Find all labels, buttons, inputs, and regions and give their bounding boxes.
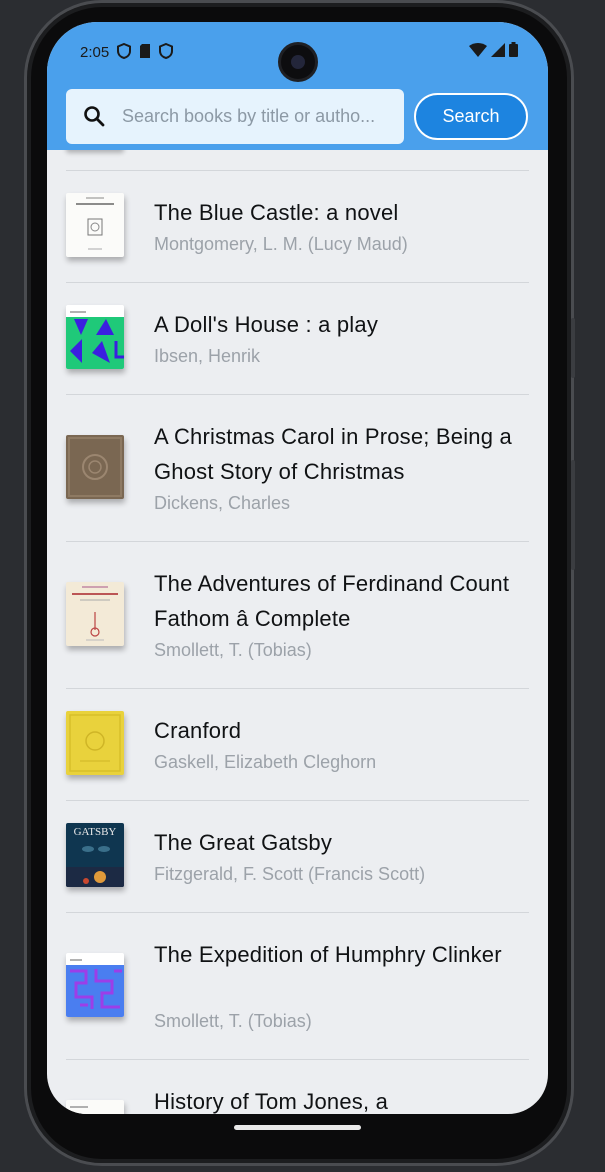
book-author: Gaskell, Elizabeth Cleghorn	[154, 752, 377, 772]
book-list-item[interactable]: A Christmas Carol in Prose; Being a Ghos…	[66, 394, 529, 541]
svg-text:GATSBY: GATSBY	[74, 826, 117, 838]
book-list-item[interactable]: Cranford Gaskell, Elizabeth Cleghorn	[66, 688, 529, 800]
book-cover-image	[66, 1100, 124, 1114]
search-field[interactable]	[66, 89, 404, 144]
book-title: A Christmas Carol in Prose; Being a Ghos…	[154, 424, 512, 484]
battery-icon	[509, 42, 518, 57]
book-list-item[interactable]: The Adventures of Ferdinand Count Fathom…	[66, 541, 529, 688]
wifi-icon	[469, 42, 487, 57]
book-cover-image	[66, 953, 124, 1017]
book-author: Smollett, T. (Tobias)	[154, 1011, 312, 1031]
book-list-item[interactable]: History of Tom Jones, a	[66, 1059, 529, 1114]
book-title: History of Tom Jones, a	[154, 1089, 389, 1114]
shield-icon	[117, 43, 131, 59]
book-title: The Adventures of Ferdinand Count Fathom…	[154, 571, 510, 631]
book-title: A Doll's House : a play	[154, 312, 379, 337]
app-screen: 2:05 Search books by title or autho... S…	[47, 22, 548, 1114]
status-bar: 2:05	[47, 22, 548, 82]
book-title: The Great Gatsby	[154, 830, 333, 855]
book-list-item[interactable]: A Doll's House : a play Ibsen, Henrik	[66, 282, 529, 394]
book-list-item[interactable]: GATSBY The Great Gatsby Fitzgerald, F. S…	[66, 800, 529, 912]
book-title: Cranford	[154, 718, 242, 743]
book-cover-image	[66, 435, 124, 499]
front-camera	[278, 42, 318, 82]
search-input[interactable]	[122, 101, 392, 131]
home-indicator[interactable]	[234, 1125, 361, 1130]
book-list[interactable]: The Blue Castle: a novel Montgomery, L. …	[47, 150, 548, 1114]
book-author: Smollett, T. (Tobias)	[154, 640, 312, 660]
book-author: Fitzgerald, F. Scott (Francis Scott)	[154, 864, 426, 884]
book-list-item[interactable]: The Expedition of Humphry Clinker Smolle…	[66, 912, 529, 1059]
book-title: The Expedition of Humphry Clinker	[154, 942, 502, 967]
book-list-item[interactable]: The Blue Castle: a novel Montgomery, L. …	[66, 170, 529, 282]
status-notification-icons	[117, 43, 173, 59]
app-header: 2:05 Search	[47, 22, 548, 150]
book-cover-image	[66, 193, 124, 257]
book-author: Montgomery, L. M. (Lucy Maud)	[154, 234, 408, 254]
sd-card-icon	[140, 44, 150, 58]
status-system-icons	[469, 42, 518, 57]
volume-up-button	[571, 318, 575, 378]
book-author: Ibsen, Henrik	[154, 346, 261, 366]
status-time: 2:05	[80, 44, 110, 61]
book-cover-image: GATSBY	[66, 823, 124, 887]
shield-icon	[159, 43, 173, 59]
power-button	[571, 460, 575, 570]
search-icon	[84, 106, 105, 127]
book-cover-image	[66, 305, 124, 369]
book-cover-image	[66, 711, 124, 775]
signal-icon	[491, 42, 505, 57]
book-author: Dickens, Charles	[154, 493, 291, 513]
search-button[interactable]: Search	[414, 93, 528, 140]
book-title: The Blue Castle: a novel	[154, 200, 399, 225]
book-cover-image	[66, 582, 124, 646]
